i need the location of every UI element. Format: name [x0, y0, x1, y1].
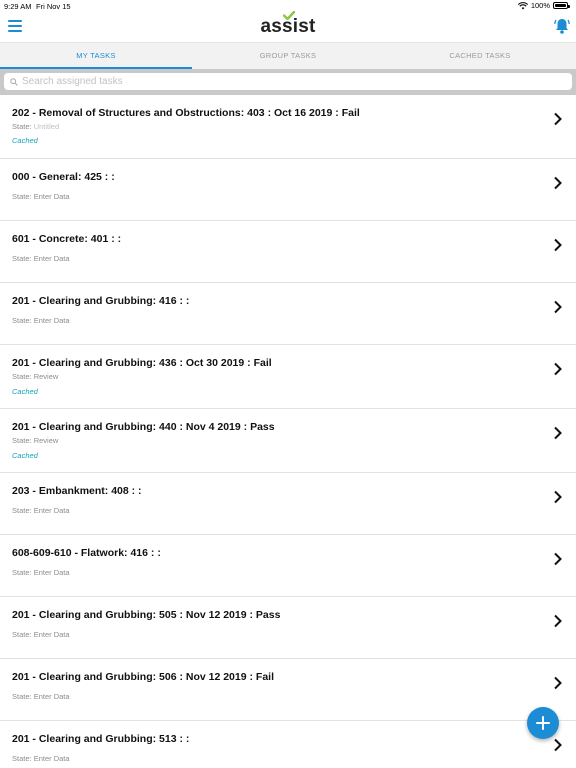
- chevron-right-icon: [554, 238, 562, 252]
- chevron-right-icon: [554, 614, 562, 628]
- task-state-label: State:: [12, 122, 32, 131]
- chevron-right-icon: [554, 362, 562, 376]
- task-item[interactable]: 201 - Clearing and Grubbing: 416 : : Sta…: [0, 283, 576, 345]
- task-state-value: Review: [33, 436, 59, 445]
- task-title: 202 - Removal of Structures and Obstruct…: [12, 107, 360, 119]
- task-title: 201 - Clearing and Grubbing: 506 : Nov 1…: [12, 671, 274, 683]
- status-right: 100%: [517, 1, 570, 10]
- battery-percent: 100%: [530, 1, 550, 10]
- task-state: State: Review: [12, 436, 58, 445]
- chevron-right-icon: [554, 112, 562, 126]
- task-title: 201 - Clearing and Grubbing: 436 : Oct 3…: [12, 357, 272, 369]
- task-state-value: Enter Data: [33, 316, 70, 325]
- tab-my-tasks[interactable]: MY TASKS: [0, 43, 192, 69]
- chevron-right-icon: [554, 490, 562, 504]
- task-item[interactable]: 201 - Clearing and Grubbing: 513 : : Sta…: [0, 721, 576, 768]
- task-item[interactable]: 203 - Embankment: 408 : : State: Enter D…: [0, 473, 576, 535]
- task-state-value: Enter Data: [33, 692, 70, 701]
- task-state-value: Enter Data: [33, 192, 70, 201]
- task-state: State: Review: [12, 372, 58, 381]
- wifi-icon: [517, 1, 528, 9]
- status-date: Fri Nov 15: [36, 2, 71, 11]
- search-icon: [10, 77, 18, 86]
- task-state: State: Enter Data: [12, 692, 70, 701]
- task-item[interactable]: 201 - Clearing and Grubbing: 505 : Nov 1…: [0, 597, 576, 659]
- task-state-label: State:: [12, 692, 32, 701]
- task-state-label: State:: [12, 254, 32, 263]
- search-bar: [0, 69, 576, 95]
- search-input[interactable]: [22, 76, 542, 87]
- task-title: 201 - Clearing and Grubbing: 513 : :: [12, 733, 190, 745]
- task-state-value: Enter Data: [33, 254, 70, 263]
- task-cached-badge: Cached: [12, 451, 38, 460]
- task-state-label: State:: [12, 754, 32, 763]
- app-logo: assist: [0, 11, 576, 38]
- task-title: 000 - General: 425 : :: [12, 171, 115, 183]
- task-title: 201 - Clearing and Grubbing: 440 : Nov 4…: [12, 421, 275, 433]
- task-state: State: Untitled: [12, 122, 59, 131]
- tab-cached-tasks[interactable]: CACHED TASKS: [384, 43, 576, 69]
- task-state-value: Enter Data: [33, 630, 70, 639]
- task-item[interactable]: 601 - Concrete: 401 : : State: Enter Dat…: [0, 221, 576, 283]
- battery-icon: [553, 2, 570, 9]
- task-state-label: State:: [12, 436, 32, 445]
- checkmark-icon: [283, 11, 296, 20]
- task-item[interactable]: 608-609-610 - Flatwork: 416 : : State: E…: [0, 535, 576, 597]
- task-state: State: Enter Data: [12, 506, 70, 515]
- bell-alert-icon[interactable]: [554, 17, 570, 35]
- task-item[interactable]: 202 - Removal of Structures and Obstruct…: [0, 95, 576, 159]
- search-box: [4, 73, 572, 90]
- task-list: 202 - Removal of Structures and Obstruct…: [0, 95, 576, 768]
- task-title: 201 - Clearing and Grubbing: 416 : :: [12, 295, 190, 307]
- chevron-right-icon: [554, 738, 562, 752]
- task-state-label: State:: [12, 316, 32, 325]
- chevron-right-icon: [554, 176, 562, 190]
- task-state-label: State:: [12, 630, 32, 639]
- task-cached-badge: Cached: [12, 136, 38, 145]
- task-state: State: Enter Data: [12, 316, 70, 325]
- task-title: 608-609-610 - Flatwork: 416 : :: [12, 547, 161, 559]
- task-state: State: Enter Data: [12, 568, 70, 577]
- chevron-right-icon: [554, 552, 562, 566]
- task-state: State: Enter Data: [12, 254, 70, 263]
- task-state-value: Enter Data: [33, 754, 70, 763]
- task-title: 203 - Embankment: 408 : :: [12, 485, 142, 497]
- add-task-button[interactable]: [527, 707, 559, 739]
- task-item[interactable]: 201 - Clearing and Grubbing: 436 : Oct 3…: [0, 345, 576, 409]
- task-state: State: Enter Data: [12, 192, 70, 201]
- chevron-right-icon: [554, 300, 562, 314]
- task-state-value: Untitled: [33, 122, 60, 131]
- chevron-right-icon: [554, 676, 562, 690]
- task-state-label: State:: [12, 568, 32, 577]
- task-state-label: State:: [12, 372, 32, 381]
- task-item[interactable]: 201 - Clearing and Grubbing: 506 : Nov 1…: [0, 659, 576, 721]
- task-state-value: Enter Data: [33, 568, 70, 577]
- task-state-label: State:: [12, 506, 32, 515]
- task-state-value: Enter Data: [33, 506, 70, 515]
- task-title: 201 - Clearing and Grubbing: 505 : Nov 1…: [12, 609, 281, 621]
- task-item[interactable]: 000 - General: 425 : : State: Enter Data: [0, 159, 576, 221]
- chevron-right-icon: [554, 426, 562, 440]
- task-state: State: Enter Data: [12, 630, 70, 639]
- tab-group-tasks[interactable]: GROUP TASKS: [192, 43, 384, 69]
- app-header: assist: [0, 11, 576, 42]
- task-state-value: Review: [33, 372, 59, 381]
- task-state-label: State:: [12, 192, 32, 201]
- task-item[interactable]: 201 - Clearing and Grubbing: 440 : Nov 4…: [0, 409, 576, 473]
- task-state: State: Enter Data: [12, 754, 70, 763]
- task-title: 601 - Concrete: 401 : :: [12, 233, 122, 245]
- plus-icon: [536, 716, 550, 730]
- status-time: 9:29 AM: [4, 2, 32, 11]
- task-cached-badge: Cached: [12, 387, 38, 396]
- task-tabs: MY TASKS GROUP TASKS CACHED TASKS: [0, 42, 576, 69]
